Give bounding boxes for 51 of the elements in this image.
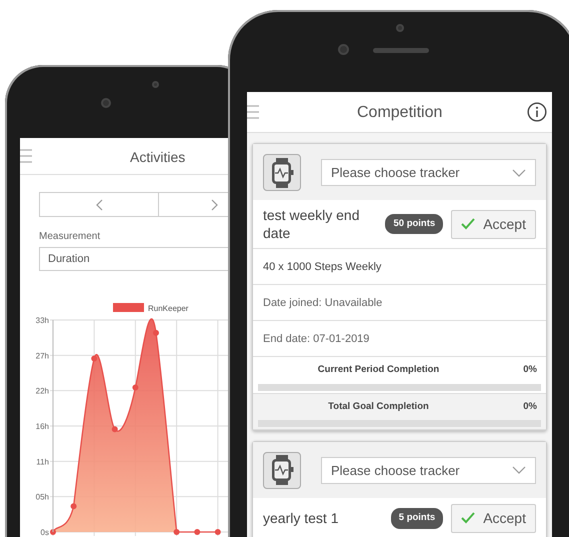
data-point (50, 529, 56, 535)
axis-label: 0s (40, 528, 49, 537)
axis-label: 11h (36, 457, 49, 466)
competition-name: yearly test 1 (263, 509, 340, 528)
caret-icon (512, 168, 526, 176)
progress-reading: 0% (522, 400, 538, 414)
tracker-select[interactable]: Please choose tracker (321, 456, 536, 484)
screen-title: Competition (357, 103, 442, 123)
detail-text: Date joined: Unavailable (253, 285, 546, 322)
data-point (132, 384, 138, 390)
chart-legend: RunKeeper (113, 303, 188, 313)
camera (101, 98, 111, 108)
tracker-select[interactable]: Please choose tracker (321, 159, 536, 186)
chevron-left-icon (96, 198, 102, 210)
data-point (214, 529, 221, 535)
smartwatch-icon (270, 158, 294, 188)
sensor (152, 81, 159, 88)
check-icon (461, 512, 476, 524)
caret-icon (512, 466, 526, 474)
smartwatch-icon (270, 455, 294, 486)
axis-label: 22h (36, 386, 49, 396)
data-point (153, 330, 159, 336)
chevron-right-icon (211, 198, 218, 210)
axis-label: 16h (36, 422, 49, 431)
detail-text: End date: 07-01-2019 (253, 321, 546, 358)
detail-text: 40 x 1000 Steps Weekly (253, 249, 546, 286)
progress-reading: 0% (522, 363, 538, 378)
speaker (373, 48, 429, 53)
progress-label: Total Goal Completion (327, 400, 430, 414)
competition-name: test weekly end date (263, 206, 360, 242)
data-point (112, 426, 118, 432)
data-point (174, 529, 180, 535)
accept-button[interactable]: Accept (451, 210, 536, 239)
info-icon[interactable] (527, 102, 547, 122)
accept-button[interactable]: Accept (451, 504, 536, 533)
data-point (91, 356, 98, 362)
camera (338, 44, 349, 55)
points-badge: 50 points (385, 214, 444, 234)
measurement-select[interactable]: Duration (39, 247, 228, 271)
progress-label: Current Period Completion (316, 363, 440, 378)
data-point (70, 503, 77, 510)
sensor (396, 24, 404, 32)
check-icon (461, 218, 476, 230)
data-point (194, 529, 200, 535)
axis-label: 33h (36, 316, 49, 325)
field-label: Measurement (39, 230, 102, 244)
points-badge: 5 points (390, 508, 444, 528)
screen-title: Activities (130, 148, 186, 167)
axis-label: 05h (36, 492, 49, 502)
axis-label: 27h (36, 351, 49, 360)
legend-label: RunKeeper (148, 304, 189, 313)
